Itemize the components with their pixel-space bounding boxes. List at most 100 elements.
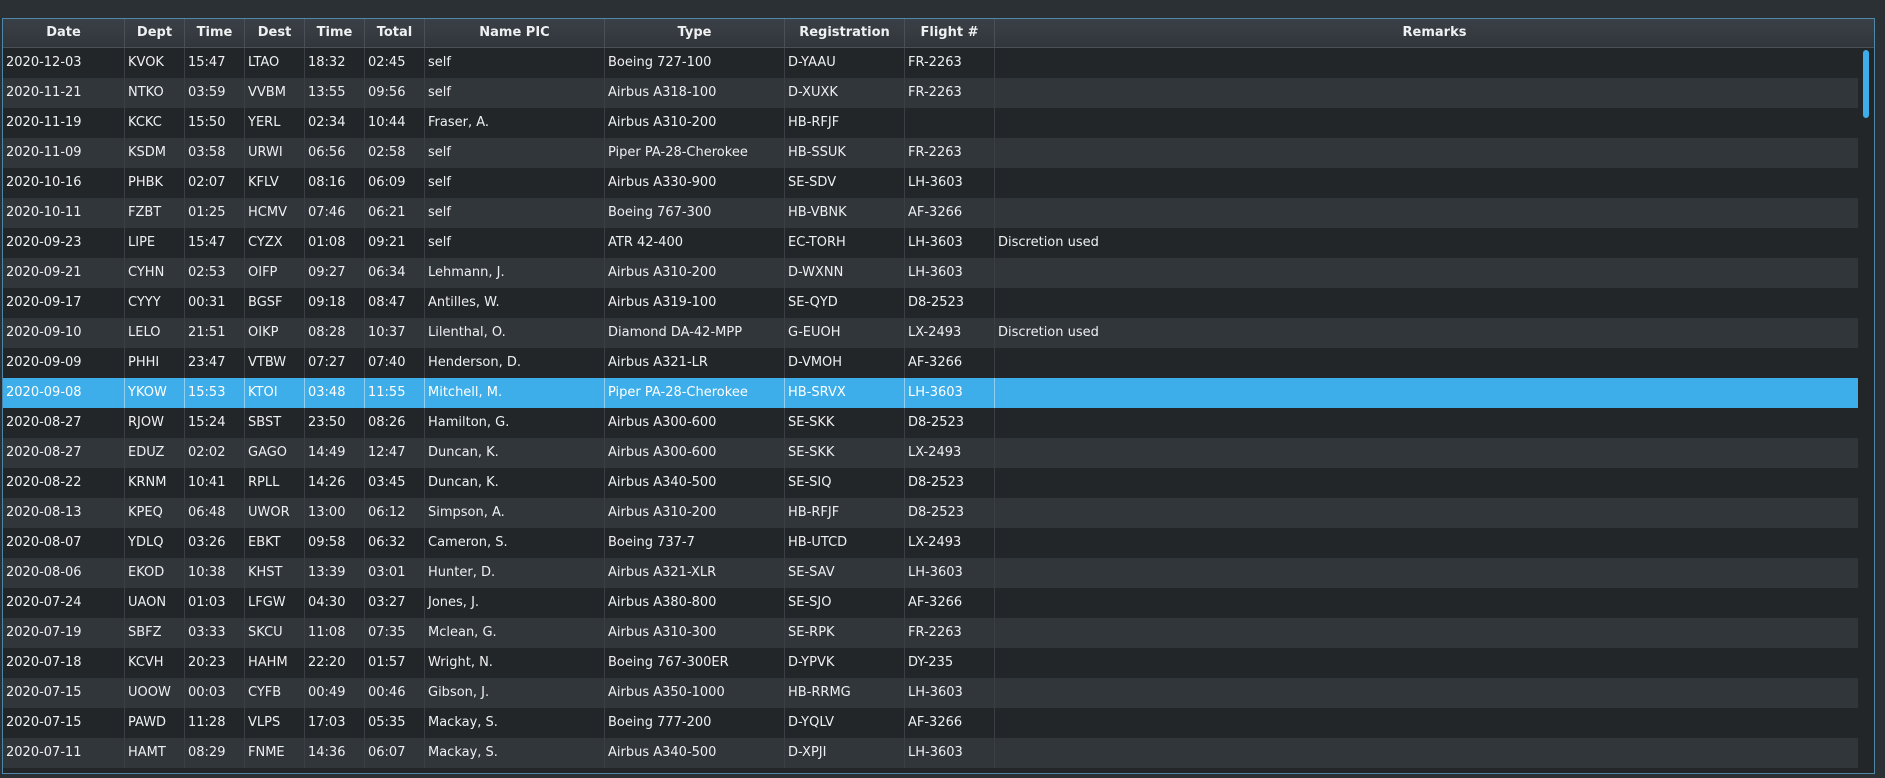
cell-total[interactable]: 12:47 [365,438,425,468]
cell-remarks[interactable] [995,468,1874,498]
cell-dest[interactable]: VLPS [245,708,305,738]
header-dept-time[interactable]: Time [185,19,245,47]
cell-name-pic[interactable]: Cameron, S. [425,528,605,558]
cell-dept-time[interactable]: 15:47 [185,48,245,78]
cell-flight-number[interactable]: AF-3266 [905,348,995,378]
cell-total[interactable]: 02:58 [365,138,425,168]
cell-dept[interactable]: EKOD [125,558,185,588]
cell-dest-time[interactable]: 08:16 [305,168,365,198]
cell-type[interactable]: Airbus A300-600 [605,438,785,468]
cell-dept-time[interactable]: 11:28 [185,708,245,738]
cell-registration[interactable]: HB-RFJF [785,108,905,138]
header-registration[interactable]: Registration [785,19,905,47]
cell-dept-time[interactable]: 10:38 [185,558,245,588]
cell-dept[interactable]: FZBT [125,198,185,228]
cell-name-pic[interactable]: Fraser, A. [425,108,605,138]
cell-dept-time[interactable]: 02:53 [185,258,245,288]
cell-total[interactable]: 06:34 [365,258,425,288]
cell-remarks[interactable] [995,378,1874,408]
cell-dest-time[interactable]: 09:27 [305,258,365,288]
cell-date[interactable]: 2020-08-06 [3,558,125,588]
cell-dept-time[interactable]: 02:02 [185,438,245,468]
table-row[interactable]: 2020-09-21 CYHN 02:53 OIFP 09:27 06:34 Lehmann… [3,258,1874,288]
cell-date[interactable]: 2020-08-07 [3,528,125,558]
cell-name-pic[interactable]: self [425,138,605,168]
cell-dest-time[interactable]: 02:34 [305,108,365,138]
cell-name-pic[interactable]: self [425,228,605,258]
cell-name-pic[interactable]: Lilenthal, O. [425,318,605,348]
cell-dept-time[interactable]: 02:07 [185,168,245,198]
cell-registration[interactable]: G-EUOH [785,318,905,348]
cell-dept[interactable]: PHBK [125,168,185,198]
cell-remarks[interactable] [995,108,1874,138]
cell-flight-number[interactable]: FR-2263 [905,618,995,648]
cell-dest-time[interactable]: 13:55 [305,78,365,108]
cell-dept[interactable]: KPEQ [125,498,185,528]
cell-remarks[interactable] [995,588,1874,618]
cell-dest[interactable]: VVBM [245,78,305,108]
cell-remarks[interactable] [995,258,1874,288]
cell-name-pic[interactable]: self [425,168,605,198]
cell-total[interactable]: 06:07 [365,738,425,768]
cell-total[interactable]: 06:32 [365,528,425,558]
cell-total[interactable]: 05:35 [365,708,425,738]
cell-type[interactable]: Airbus A310-300 [605,618,785,648]
cell-registration[interactable]: HB-SSUK [785,138,905,168]
cell-dest[interactable]: UWOR [245,498,305,528]
table-row[interactable]: 2020-09-23 LIPE 15:47 CYZX 01:08 09:21 self ATR… [3,228,1874,258]
cell-remarks[interactable]: Discretion used [995,228,1874,258]
cell-type[interactable]: Airbus A318-100 [605,78,785,108]
cell-dept[interactable]: PAWD [125,708,185,738]
cell-total[interactable]: 08:47 [365,288,425,318]
cell-name-pic[interactable]: Hamilton, G. [425,408,605,438]
cell-dept-time[interactable]: 00:31 [185,288,245,318]
cell-dept[interactable]: LELO [125,318,185,348]
cell-dest-time[interactable]: 22:20 [305,648,365,678]
header-type[interactable]: Type [605,19,785,47]
cell-name-pic[interactable]: self [425,48,605,78]
cell-flight-number[interactable]: LH-3603 [905,168,995,198]
cell-name-pic[interactable]: self [425,78,605,108]
cell-date[interactable]: 2020-07-15 [3,708,125,738]
cell-total[interactable]: 11:55 [365,378,425,408]
cell-dest-time[interactable]: 06:56 [305,138,365,168]
header-total[interactable]: Total [365,19,425,47]
cell-registration[interactable]: SE-SJO [785,588,905,618]
cell-remarks[interactable] [995,708,1874,738]
cell-registration[interactable]: SE-SAV [785,558,905,588]
cell-registration[interactable]: SE-SIQ [785,468,905,498]
header-remarks[interactable]: Remarks [995,19,1874,47]
cell-remarks[interactable] [995,528,1874,558]
cell-dept-time[interactable]: 15:24 [185,408,245,438]
cell-total[interactable]: 07:40 [365,348,425,378]
cell-total[interactable]: 06:09 [365,168,425,198]
table-row[interactable]: 2020-10-11 FZBT 01:25 HCMV 07:46 06:21 self Boe… [3,198,1874,228]
cell-flight-number[interactable]: LH-3603 [905,258,995,288]
cell-flight-number[interactable]: AF-3266 [905,198,995,228]
cell-dest[interactable]: SKCU [245,618,305,648]
cell-name-pic[interactable]: Wright, N. [425,648,605,678]
cell-type[interactable]: Airbus A350-1000 [605,678,785,708]
cell-date[interactable]: 2020-09-10 [3,318,125,348]
cell-flight-number[interactable]: FR-2263 [905,78,995,108]
cell-dest-time[interactable]: 07:46 [305,198,365,228]
table-row[interactable]: 2020-07-15 UOOW 00:03 CYFB 00:49 00:46 Gibson,… [3,678,1874,708]
cell-remarks[interactable] [995,678,1874,708]
cell-remarks[interactable]: Discretion used [995,318,1874,348]
table-row[interactable]: 2020-09-09 PHHI 23:47 VTBW 07:27 07:40 Henders… [3,348,1874,378]
cell-type[interactable]: Airbus A321-LR [605,348,785,378]
cell-registration[interactable]: D-YQLV [785,708,905,738]
cell-dest-time[interactable]: 04:30 [305,588,365,618]
header-dept[interactable]: Dept [125,19,185,47]
cell-type[interactable]: Boeing 767-300 [605,198,785,228]
cell-dest[interactable]: CYZX [245,228,305,258]
cell-dest[interactable]: CYFB [245,678,305,708]
cell-flight-number[interactable]: LX-2493 [905,318,995,348]
cell-dept-time[interactable]: 10:41 [185,468,245,498]
cell-flight-number[interactable]: LH-3603 [905,228,995,258]
cell-dept[interactable]: KSDM [125,138,185,168]
table-row[interactable]: 2020-07-19 SBFZ 03:33 SKCU 11:08 07:35 Mclean,… [3,618,1874,648]
cell-flight-number[interactable]: AF-3266 [905,708,995,738]
vertical-scrollbar[interactable] [1858,48,1874,773]
cell-dept[interactable]: HAMT [125,738,185,768]
